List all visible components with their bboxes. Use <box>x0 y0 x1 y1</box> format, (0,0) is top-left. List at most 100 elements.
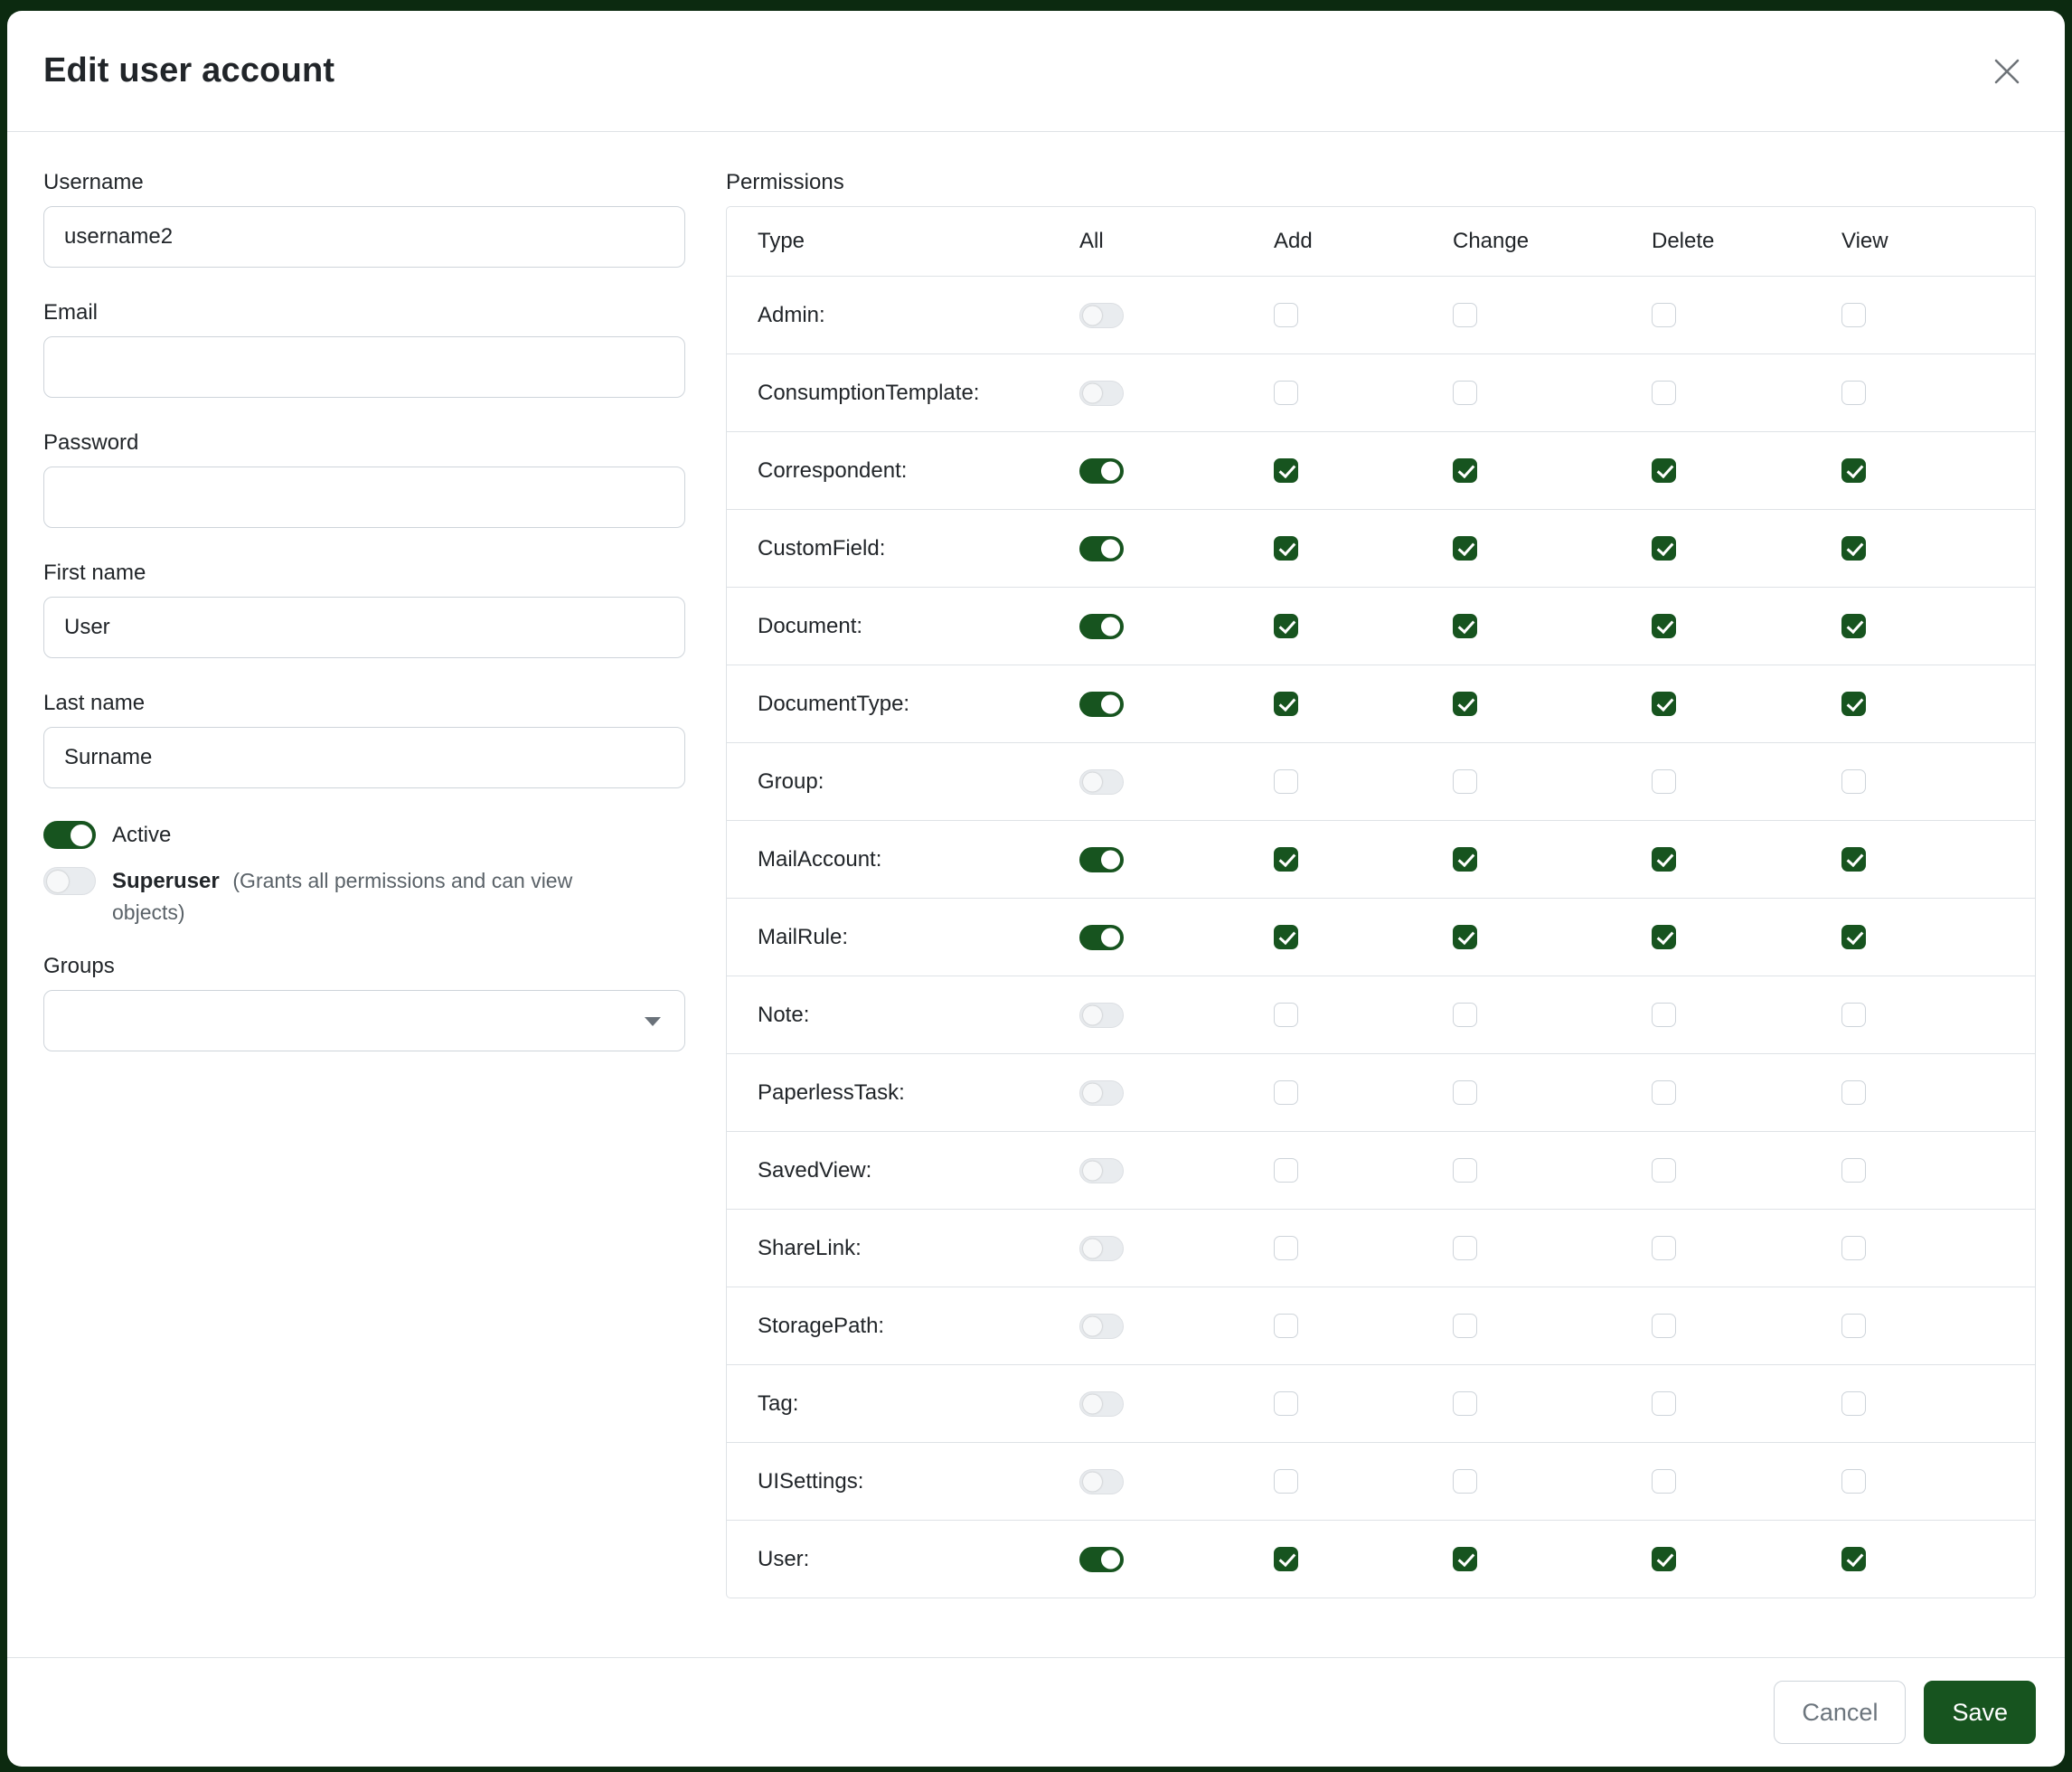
permission-add-checkbox[interactable] <box>1274 1547 1298 1571</box>
permission-delete-checkbox[interactable] <box>1652 769 1676 794</box>
permission-all-toggle[interactable] <box>1079 303 1124 328</box>
permission-view-checkbox[interactable] <box>1841 1547 1866 1571</box>
permission-add-checkbox[interactable] <box>1274 1236 1298 1260</box>
groups-select[interactable] <box>43 990 685 1051</box>
permission-change-checkbox[interactable] <box>1453 381 1477 405</box>
permission-delete-checkbox[interactable] <box>1652 614 1676 638</box>
permission-change-checkbox[interactable] <box>1453 1314 1477 1338</box>
permission-all-toggle[interactable] <box>1079 1080 1124 1106</box>
cancel-button[interactable]: Cancel <box>1774 1681 1906 1744</box>
permission-change-checkbox[interactable] <box>1453 847 1477 872</box>
permission-all-toggle[interactable] <box>1079 847 1124 872</box>
permission-all-toggle[interactable] <box>1079 1391 1124 1417</box>
first-name-input[interactable] <box>43 597 685 658</box>
permission-delete-checkbox[interactable] <box>1652 1469 1676 1494</box>
permission-delete-checkbox[interactable] <box>1652 1391 1676 1416</box>
permission-all-toggle[interactable] <box>1079 1158 1124 1183</box>
permission-add-checkbox[interactable] <box>1274 847 1298 872</box>
email-label: Email <box>43 300 685 325</box>
permission-change-checkbox[interactable] <box>1453 1236 1477 1260</box>
permission-delete-checkbox[interactable] <box>1652 1236 1676 1260</box>
permission-change-checkbox[interactable] <box>1453 1547 1477 1571</box>
permission-type-label: Group: <box>727 769 1079 795</box>
permission-add-checkbox[interactable] <box>1274 925 1298 949</box>
permission-change-checkbox[interactable] <box>1453 614 1477 638</box>
permission-change-checkbox[interactable] <box>1453 536 1477 561</box>
permission-delete-checkbox[interactable] <box>1652 1080 1676 1105</box>
permission-view-checkbox[interactable] <box>1841 1236 1866 1260</box>
permission-add-checkbox[interactable] <box>1274 1080 1298 1105</box>
active-toggle[interactable] <box>43 821 96 849</box>
permission-add-checkbox[interactable] <box>1274 1158 1298 1183</box>
permission-add-checkbox[interactable] <box>1274 614 1298 638</box>
permission-change-checkbox[interactable] <box>1453 692 1477 716</box>
permission-view-checkbox[interactable] <box>1841 614 1866 638</box>
permission-change-checkbox[interactable] <box>1453 458 1477 483</box>
permission-change-checkbox[interactable] <box>1453 1391 1477 1416</box>
permission-all-toggle[interactable] <box>1079 1469 1124 1494</box>
permission-delete-checkbox[interactable] <box>1652 1003 1676 1027</box>
permission-change-checkbox[interactable] <box>1453 1080 1477 1105</box>
permission-view-checkbox[interactable] <box>1841 769 1866 794</box>
permission-delete-checkbox[interactable] <box>1652 847 1676 872</box>
permission-all-toggle[interactable] <box>1079 925 1124 950</box>
permission-all-toggle[interactable] <box>1079 1236 1124 1261</box>
permission-add-checkbox[interactable] <box>1274 536 1298 561</box>
save-button[interactable]: Save <box>1924 1681 2036 1744</box>
superuser-toggle[interactable] <box>43 867 96 895</box>
permission-all-toggle[interactable] <box>1079 1003 1124 1028</box>
last-name-input[interactable] <box>43 727 685 788</box>
permission-change-checkbox[interactable] <box>1453 769 1477 794</box>
permission-add-checkbox[interactable] <box>1274 1391 1298 1416</box>
permissions-section: Permissions Type All Add Change Delete V… <box>726 170 2036 1657</box>
permission-delete-checkbox[interactable] <box>1652 692 1676 716</box>
permission-delete-checkbox[interactable] <box>1652 1158 1676 1183</box>
permission-add-checkbox[interactable] <box>1274 381 1298 405</box>
permission-view-checkbox[interactable] <box>1841 1158 1866 1183</box>
permission-all-toggle[interactable] <box>1079 536 1124 561</box>
permission-view-checkbox[interactable] <box>1841 536 1866 561</box>
permission-delete-checkbox[interactable] <box>1652 303 1676 327</box>
password-input[interactable] <box>43 467 685 528</box>
permission-view-checkbox[interactable] <box>1841 458 1866 483</box>
permission-all-toggle[interactable] <box>1079 769 1124 795</box>
permission-delete-checkbox[interactable] <box>1652 925 1676 949</box>
username-input[interactable] <box>43 206 685 268</box>
permission-add-checkbox[interactable] <box>1274 458 1298 483</box>
permission-add-checkbox[interactable] <box>1274 1314 1298 1338</box>
permission-delete-checkbox[interactable] <box>1652 1547 1676 1571</box>
permission-add-checkbox[interactable] <box>1274 692 1298 716</box>
permission-delete-checkbox[interactable] <box>1652 458 1676 483</box>
close-button[interactable] <box>1985 50 2029 93</box>
permission-delete-checkbox[interactable] <box>1652 536 1676 561</box>
permission-view-checkbox[interactable] <box>1841 1469 1866 1494</box>
permission-add-checkbox[interactable] <box>1274 303 1298 327</box>
permission-view-checkbox[interactable] <box>1841 1391 1866 1416</box>
permission-view-checkbox[interactable] <box>1841 1314 1866 1338</box>
permission-add-checkbox[interactable] <box>1274 1003 1298 1027</box>
permission-view-checkbox[interactable] <box>1841 925 1866 949</box>
permission-all-toggle[interactable] <box>1079 381 1124 406</box>
email-input[interactable] <box>43 336 685 398</box>
permission-delete-checkbox[interactable] <box>1652 381 1676 405</box>
permission-change-checkbox[interactable] <box>1453 303 1477 327</box>
permission-row: UISettings: <box>727 1442 2035 1520</box>
permission-change-checkbox[interactable] <box>1453 925 1477 949</box>
permission-add-checkbox[interactable] <box>1274 1469 1298 1494</box>
permission-change-checkbox[interactable] <box>1453 1158 1477 1183</box>
permission-view-checkbox[interactable] <box>1841 847 1866 872</box>
permission-all-toggle[interactable] <box>1079 614 1124 639</box>
permission-change-checkbox[interactable] <box>1453 1003 1477 1027</box>
permission-all-toggle[interactable] <box>1079 1547 1124 1572</box>
permission-view-checkbox[interactable] <box>1841 381 1866 405</box>
permission-all-toggle[interactable] <box>1079 458 1124 484</box>
permission-all-toggle[interactable] <box>1079 692 1124 717</box>
permission-view-checkbox[interactable] <box>1841 692 1866 716</box>
permission-all-toggle[interactable] <box>1079 1314 1124 1339</box>
permission-view-checkbox[interactable] <box>1841 1003 1866 1027</box>
permission-change-checkbox[interactable] <box>1453 1469 1477 1494</box>
permission-view-checkbox[interactable] <box>1841 303 1866 327</box>
permission-delete-checkbox[interactable] <box>1652 1314 1676 1338</box>
permission-add-checkbox[interactable] <box>1274 769 1298 794</box>
permission-view-checkbox[interactable] <box>1841 1080 1866 1105</box>
